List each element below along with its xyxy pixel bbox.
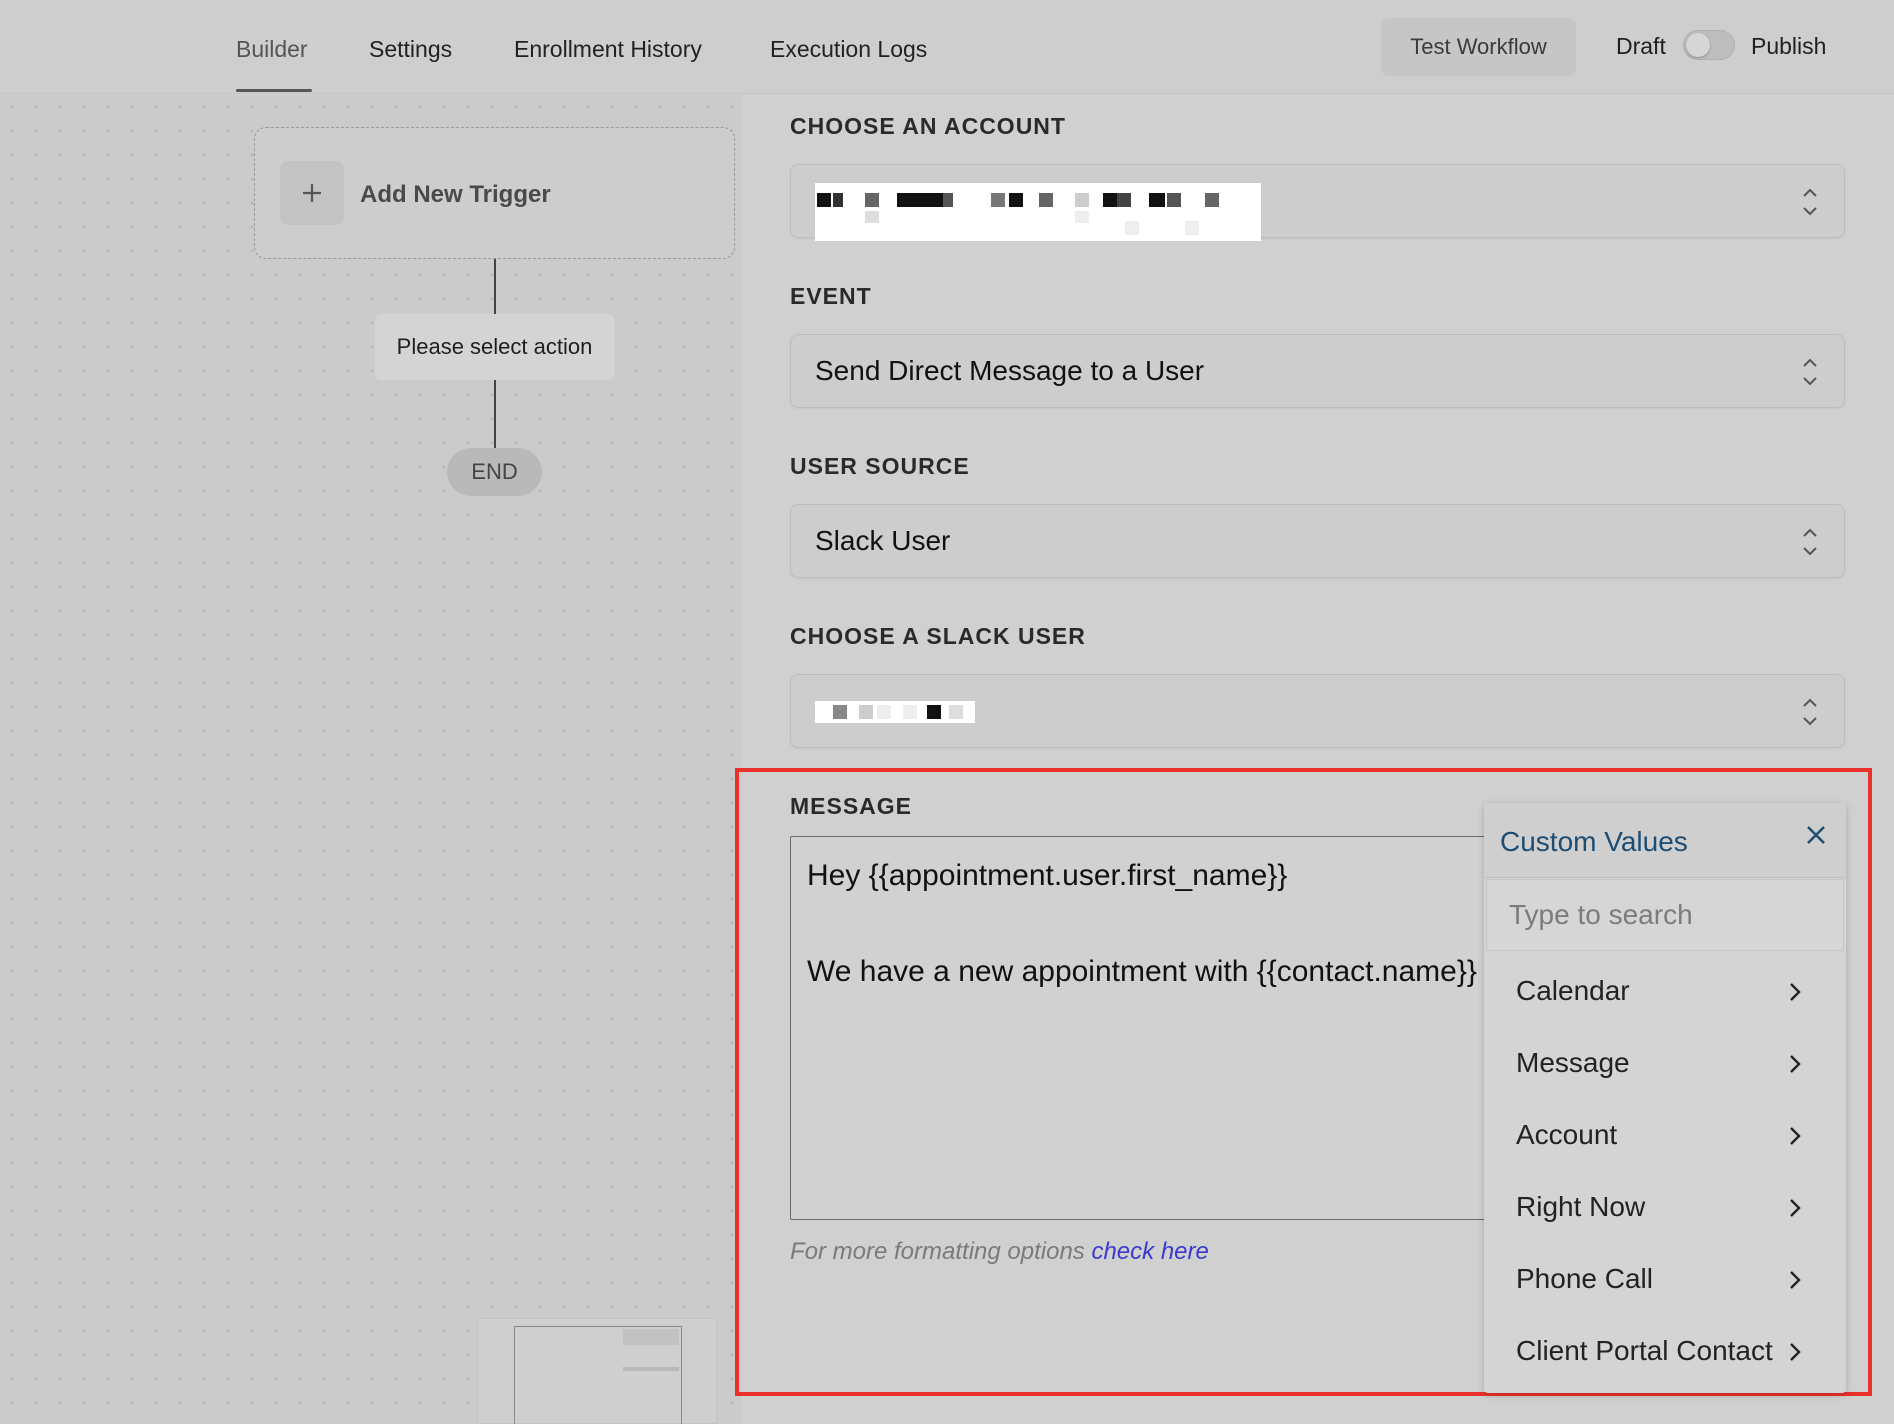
publish-toggle[interactable] xyxy=(1683,30,1735,60)
custom-value-item-client-portal-contact[interactable]: Client Portal Contact xyxy=(1484,1317,1846,1389)
custom-values-search-input[interactable]: Type to search xyxy=(1486,879,1844,951)
top-nav: Builder Settings Enrollment History Exec… xyxy=(0,0,1894,94)
custom-value-item-label: Account xyxy=(1516,1119,1618,1150)
user-source-select[interactable]: Slack User xyxy=(790,504,1845,578)
custom-value-item-right-now[interactable]: Right Now xyxy=(1484,1173,1846,1245)
chevron-right-icon xyxy=(1790,1127,1801,1145)
chevron-right-icon xyxy=(1790,983,1801,1001)
chevron-right-icon xyxy=(1790,1199,1801,1217)
message-line: Hey {{appointment.user.first_name}} xyxy=(807,859,1288,892)
formatting-hint-text: For more formatting options xyxy=(790,1238,1092,1265)
event-select[interactable]: Send Direct Message to a User xyxy=(790,334,1845,408)
add-trigger-label: Add New Trigger xyxy=(360,181,551,208)
event-value: Send Direct Message to a User xyxy=(815,355,1205,386)
toggle-knob xyxy=(1686,33,1710,57)
custom-value-item-label: Calendar xyxy=(1516,975,1630,1006)
tab-builder[interactable]: Builder xyxy=(236,36,308,63)
user-source-label: USER SOURCE xyxy=(790,453,970,479)
active-tab-indicator xyxy=(236,89,312,92)
minimap-node xyxy=(623,1367,679,1371)
test-workflow-button[interactable]: Test Workflow xyxy=(1381,18,1576,76)
custom-value-item-label: Client Portal Contact xyxy=(1516,1335,1773,1366)
chevron-right-icon xyxy=(1790,1271,1801,1289)
message-label: MESSAGE xyxy=(790,793,913,819)
custom-value-item-label: Message xyxy=(1516,1047,1630,1078)
custom-value-item-label: Right Now xyxy=(1516,1191,1646,1222)
workflow-canvas[interactable] xyxy=(0,95,742,1424)
account-label: CHOOSE AN ACCOUNT xyxy=(790,113,1066,139)
slack-user-label: CHOOSE A SLACK USER xyxy=(790,623,1086,649)
chevron-right-icon xyxy=(1790,1343,1801,1361)
user-source-value: Slack User xyxy=(815,525,951,556)
event-label: EVENT xyxy=(790,283,872,309)
custom-values-header: Custom Values xyxy=(1484,803,1846,878)
close-icon[interactable] xyxy=(1804,823,1828,847)
chevron-right-icon xyxy=(1790,1055,1801,1073)
message-line: We have a new appointment with {{contact… xyxy=(807,955,1477,988)
formatting-hint: For more formatting options check here xyxy=(790,1238,1209,1266)
chevron-up-down-icon xyxy=(1803,358,1817,386)
check-here-link[interactable]: check here xyxy=(1091,1238,1208,1265)
tab-execution-logs[interactable]: Execution Logs xyxy=(770,36,927,63)
draft-label: Draft xyxy=(1616,33,1666,59)
custom-value-item-message[interactable]: Message xyxy=(1484,1029,1846,1101)
account-select[interactable] xyxy=(790,164,1845,241)
custom-values-title: Custom Values xyxy=(1500,826,1688,857)
end-node: END xyxy=(447,448,542,496)
minimap[interactable] xyxy=(477,1318,717,1424)
minimap-node xyxy=(623,1329,679,1345)
select-action-node[interactable]: Please select action xyxy=(375,314,614,380)
custom-value-item-label: Phone Call xyxy=(1516,1263,1653,1294)
chevron-up-down-icon xyxy=(1803,528,1817,556)
add-trigger-card[interactable]: Add New Trigger xyxy=(254,127,735,259)
plus-icon xyxy=(280,161,344,225)
custom-values-dropdown: Custom Values Type to search Calendar Me… xyxy=(1484,803,1846,1393)
tab-settings[interactable]: Settings xyxy=(369,36,452,63)
connector-line xyxy=(494,259,496,314)
custom-value-item-account[interactable]: Account xyxy=(1484,1101,1846,1173)
custom-value-item-phone-call[interactable]: Phone Call xyxy=(1484,1245,1846,1317)
redacted-account-value xyxy=(815,183,1261,241)
connector-line xyxy=(494,380,496,448)
tab-enrollment-history[interactable]: Enrollment History xyxy=(514,36,702,63)
slack-user-select[interactable] xyxy=(790,674,1845,748)
publish-label: Publish xyxy=(1751,33,1827,59)
chevron-up-down-icon xyxy=(1803,698,1817,726)
custom-value-item-calendar[interactable]: Calendar xyxy=(1484,957,1846,1029)
redacted-slack-user-value xyxy=(815,701,975,723)
chevron-up-down-icon xyxy=(1803,188,1817,216)
